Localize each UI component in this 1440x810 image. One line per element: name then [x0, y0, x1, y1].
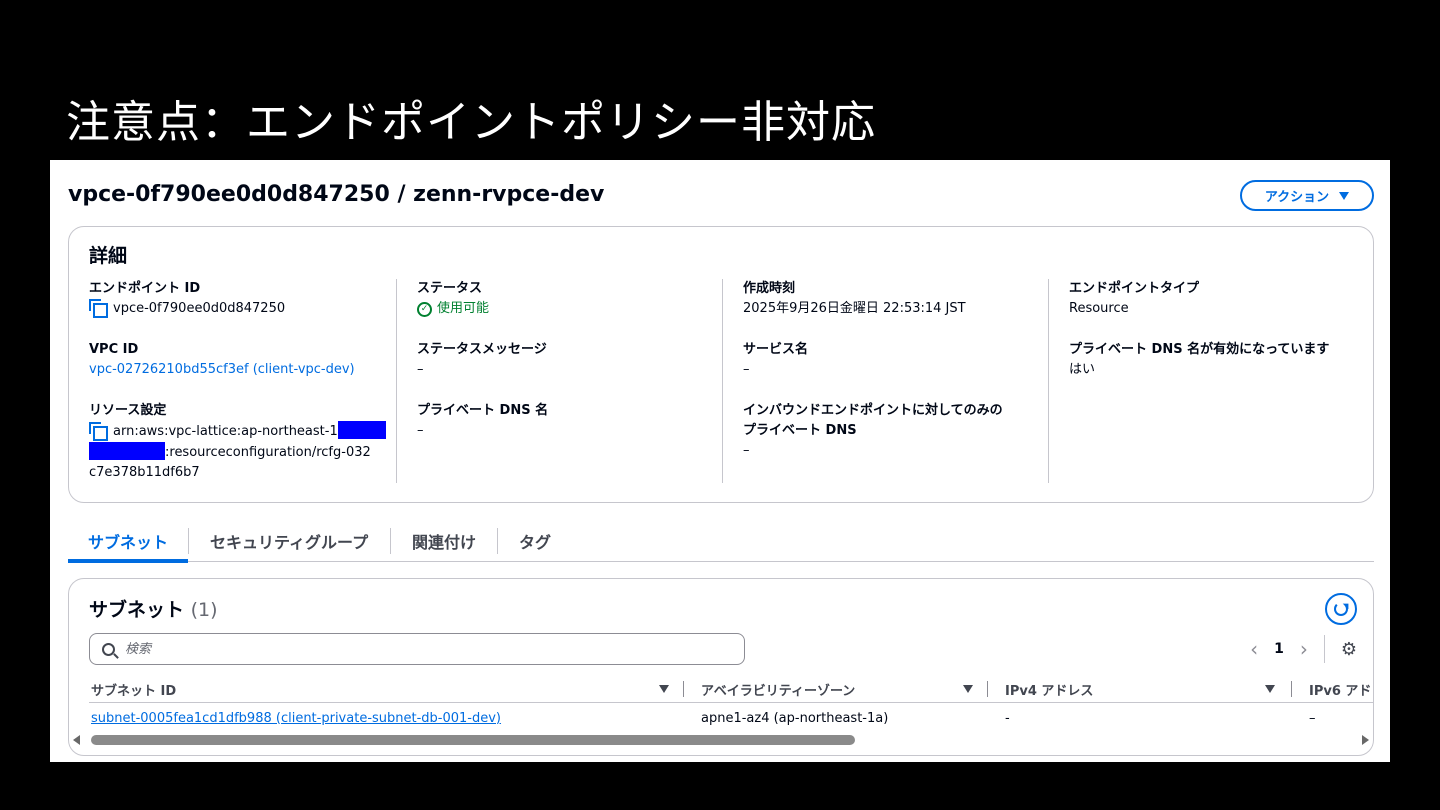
- ipv4-cell: -: [1005, 710, 1010, 726]
- details-title: 詳細: [89, 245, 128, 267]
- status-message-label: ステータスメッセージ: [417, 342, 547, 357]
- column-divider[interactable]: [1291, 681, 1292, 697]
- service-name-label: サービス名: [743, 342, 809, 357]
- created-value: 2025年9月26日金曜日 22:53:14 JST: [743, 301, 966, 316]
- ipv6-cell: –: [1309, 710, 1316, 726]
- column-divider[interactable]: [683, 681, 684, 697]
- subnet-id-link[interactable]: subnet-0005fea1cd1dfb988 (client-private…: [91, 705, 501, 731]
- subnets-count: (1): [190, 599, 218, 621]
- gear-icon[interactable]: ⚙: [1341, 639, 1357, 660]
- inbound-dns-label-line2: プライベート DNS: [743, 423, 857, 438]
- created-label: 作成時刻: [743, 281, 796, 296]
- copy-icon[interactable]: [89, 299, 108, 318]
- resource-config-field: リソース設定 arn:aws:vpc-lattice:ap-northeast-…: [89, 401, 395, 483]
- console-screenshot: vpce-0f790ee0d0d847250 / zenn-rvpce-dev …: [50, 160, 1390, 762]
- resource-config-label: リソース設定: [89, 403, 167, 418]
- status-field: ステータス ✓ 使用可能: [417, 279, 722, 319]
- private-dns-enabled-value: はい: [1069, 362, 1096, 377]
- tab-divider: [390, 528, 391, 554]
- status-value: 使用可能: [437, 301, 490, 316]
- vpc-id-link[interactable]: vpc-02726210bd55cf3ef (client-vpc-dev): [89, 360, 395, 380]
- private-dns-name-value: –: [417, 423, 424, 438]
- table-header: サブネット ID アベイラビリティーゾーン IPv4 アドレス IPv6 アドレ…: [89, 675, 1373, 703]
- status-message-field: ステータスメッセージ –: [417, 340, 722, 380]
- subnets-panel: サブネット (1) ‹ 1 › ⚙ サブネット ID アベイラビリティーゾーン …: [68, 578, 1374, 756]
- refresh-button[interactable]: [1325, 593, 1357, 625]
- tab-bar: サブネット セキュリティグループ 関連付け タグ: [68, 520, 1374, 563]
- inbound-dns-label-line1: インバウンドエンドポイントに対してのみの: [743, 403, 1003, 418]
- sort-icon[interactable]: [659, 685, 669, 693]
- copy-icon[interactable]: [89, 422, 108, 441]
- vpc-id-label: VPC ID: [89, 342, 139, 357]
- az-cell: apne1-az4 (ap-northeast-1a): [701, 710, 889, 726]
- private-dns-name-label: プライベート DNS 名: [417, 403, 549, 418]
- private-dns-enabled-field: プライベート DNS 名が有効になっています はい: [1069, 340, 1358, 380]
- redaction-box: [337, 421, 386, 439]
- resource-config-arn-line2: :resourceconfiguration/rcfg-032: [165, 445, 371, 460]
- endpoint-id-value: vpce-0f790ee0d0d847250: [113, 301, 286, 316]
- details-column-2: ステータス ✓ 使用可能 ステータスメッセージ – プライベート DNS 名 –: [396, 279, 722, 483]
- tab-associations[interactable]: 関連付け: [392, 520, 496, 562]
- status-check-icon: ✓: [417, 301, 432, 317]
- previous-page-icon[interactable]: ‹: [1250, 639, 1258, 659]
- endpoint-type-value: Resource: [1069, 301, 1129, 316]
- page-number[interactable]: 1: [1274, 641, 1284, 657]
- inbound-dns-field: インバウンドエンドポイントに対してのみの プライベート DNS –: [743, 401, 1048, 461]
- private-dns-enabled-label: プライベート DNS 名が有効になっています: [1069, 342, 1330, 357]
- refresh-icon: [1334, 602, 1348, 616]
- column-header-az[interactable]: アベイラビリティーゾーン: [701, 675, 855, 703]
- subnets-title-text: サブネット: [89, 599, 185, 621]
- resource-config-arn-line1: arn:aws:vpc-lattice:ap-northeast-1: [113, 424, 338, 439]
- service-name-value: –: [743, 362, 750, 377]
- slide-title: 注意点：エンドポイントポリシー非対応: [66, 97, 876, 148]
- details-column-1: エンドポイント ID vpce-0f790ee0d0d847250 VPC ID…: [89, 279, 395, 483]
- resource-config-arn-line3: c7e378b11df6b7: [89, 465, 200, 480]
- details-column-4: エンドポイントタイプ Resource プライベート DNS 名が有効になってい…: [1048, 279, 1358, 483]
- tab-divider: [497, 528, 498, 554]
- horizontal-scrollbar[interactable]: [73, 733, 1369, 747]
- search-box: [89, 633, 745, 665]
- tab-subnets[interactable]: サブネット: [68, 520, 189, 563]
- sort-icon[interactable]: [963, 685, 973, 693]
- private-dns-name-field: プライベート DNS 名 –: [417, 401, 722, 441]
- column-header-ipv6[interactable]: IPv6 アドレス: [1309, 675, 1373, 703]
- endpoint-type-field: エンドポイントタイプ Resource: [1069, 279, 1358, 319]
- scrollbar-thumb[interactable]: [91, 735, 855, 745]
- status-message-value: –: [417, 362, 424, 377]
- column-header-subnet-id[interactable]: サブネット ID: [91, 675, 176, 703]
- actions-button-label: アクション: [1264, 190, 1330, 205]
- vpc-id-field: VPC ID vpc-02726210bd55cf3ef (client-vpc…: [89, 340, 395, 380]
- redaction-box: [89, 442, 165, 460]
- endpoint-id-field: エンドポイント ID vpce-0f790ee0d0d847250: [89, 279, 395, 319]
- page-header: vpce-0f790ee0d0d847250 / zenn-rvpce-dev …: [68, 180, 1374, 214]
- details-panel: 詳細 エンドポイント ID vpce-0f790ee0d0d847250 VPC…: [68, 226, 1374, 503]
- pagination: ‹ 1 › ⚙: [1250, 635, 1357, 663]
- next-page-icon[interactable]: ›: [1300, 639, 1308, 659]
- scroll-right-icon[interactable]: [1362, 735, 1369, 745]
- subnets-title: サブネット (1): [89, 595, 218, 622]
- page-title: vpce-0f790ee0d0d847250 / zenn-rvpce-dev: [68, 182, 605, 207]
- column-header-ipv4[interactable]: IPv4 アドレス: [1005, 675, 1093, 703]
- scroll-left-icon[interactable]: [73, 735, 80, 745]
- created-field: 作成時刻 2025年9月26日金曜日 22:53:14 JST: [743, 279, 1048, 319]
- tab-tags[interactable]: タグ: [499, 520, 571, 562]
- search-icon: [102, 642, 115, 656]
- column-divider[interactable]: [987, 681, 988, 697]
- sort-icon[interactable]: [1265, 685, 1275, 693]
- pager-divider: [1323, 635, 1325, 663]
- status-label: ステータス: [417, 281, 483, 296]
- details-column-3: 作成時刻 2025年9月26日金曜日 22:53:14 JST サービス名 – …: [722, 279, 1048, 483]
- endpoint-id-label: エンドポイント ID: [89, 281, 201, 296]
- inbound-dns-value: –: [743, 443, 750, 458]
- actions-button[interactable]: アクション: [1240, 180, 1374, 211]
- endpoint-type-label: エンドポイントタイプ: [1069, 281, 1200, 296]
- tab-divider: [188, 528, 189, 554]
- service-name-field: サービス名 –: [743, 340, 1048, 380]
- search-input[interactable]: [125, 641, 685, 657]
- tab-security-groups[interactable]: セキュリティグループ: [190, 520, 388, 562]
- caret-down-icon: [1339, 191, 1350, 200]
- table-row: subnet-0005fea1cd1dfb988 (client-private…: [89, 705, 1373, 731]
